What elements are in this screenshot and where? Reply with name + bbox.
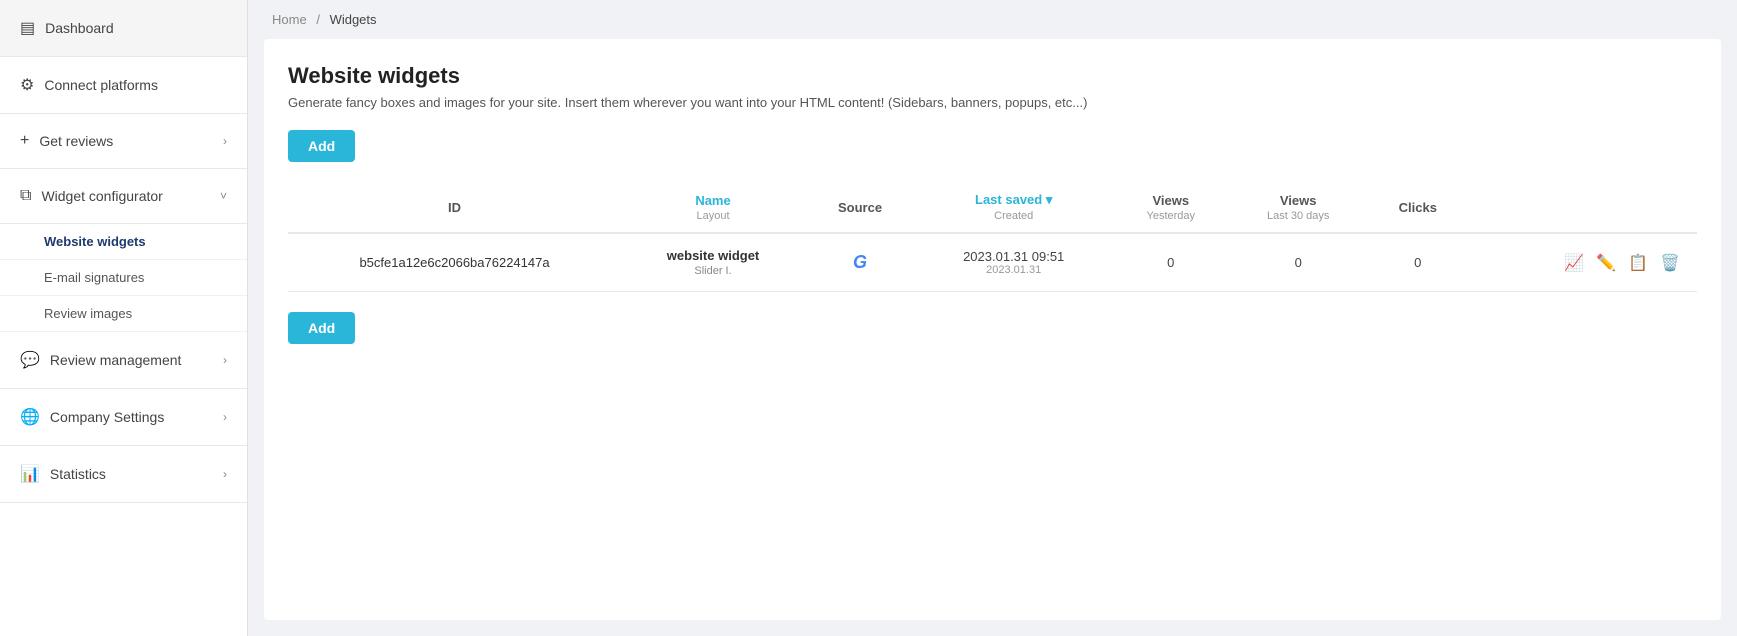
globe-icon: 🌐 [20, 407, 40, 427]
table-row: b5cfe1a12e6c2066ba76224147a website widg… [288, 233, 1697, 292]
copy-action-button[interactable]: 📋 [1625, 250, 1651, 276]
sub-item-label: E-mail signatures [44, 270, 144, 285]
puzzle-icon: ⧉ [20, 187, 31, 205]
chart-icon: 📊 [20, 464, 40, 484]
main-content: Home / Widgets Website widgets Generate … [248, 0, 1737, 636]
chevron-right-icon: › [223, 134, 227, 148]
page-card: Website widgets Generate fancy boxes and… [264, 39, 1721, 620]
widget-source: G [805, 233, 915, 292]
add-button-bottom[interactable]: Add [288, 312, 355, 344]
page-description: Generate fancy boxes and images for your… [288, 95, 1697, 110]
sidebar-item-widget-configurator[interactable]: ⧉ Widget configurator ˅ [0, 169, 247, 224]
sidebar-item-review-management[interactable]: 💬 Review management › [0, 332, 247, 389]
col-last-saved[interactable]: Last saved ▾ Created [915, 182, 1112, 233]
col-source: Source [805, 182, 915, 233]
widget-last-saved: 2023.01.31 09:51 2023.01.31 [915, 233, 1112, 292]
sidebar-item-label: Widget configurator [41, 188, 162, 204]
breadcrumb: Home / Widgets [248, 0, 1737, 39]
col-name[interactable]: Name Layout [621, 182, 805, 233]
google-icon: G [848, 251, 872, 275]
sidebar-item-company-settings[interactable]: 🌐 Company Settings › [0, 389, 247, 446]
dashboard-icon: ▤ [20, 18, 35, 38]
table-header-row: ID Name Layout Source Last saved ▾ Creat… [288, 182, 1697, 233]
sub-item-label: Review images [44, 306, 132, 321]
widget-clicks: 0 [1367, 233, 1468, 292]
plus-icon: + [20, 132, 29, 150]
col-clicks: Clicks [1367, 182, 1468, 233]
add-button-top[interactable]: Add [288, 130, 355, 162]
breadcrumb-home[interactable]: Home [272, 12, 307, 27]
action-icons: 📈 ✏️ 📋 🗑️ [1482, 250, 1683, 276]
widget-id: b5cfe1a12e6c2066ba76224147a [288, 233, 621, 292]
widget-layout: Slider I. [635, 265, 791, 277]
widget-views-yesterday: 0 [1112, 233, 1229, 292]
edit-action-button[interactable]: ✏️ [1593, 250, 1619, 276]
sub-item-label: Website widgets [44, 234, 146, 249]
widget-name-cell: website widget Slider I. [621, 233, 805, 292]
sidebar-item-label: Dashboard [45, 20, 114, 36]
col-views-yesterday: Views Yesterday [1112, 182, 1229, 233]
col-actions [1468, 182, 1697, 233]
sidebar: ▤ Dashboard ⚙ Connect platforms + Get re… [0, 0, 248, 636]
sidebar-item-label: Company Settings [50, 409, 164, 425]
chevron-right-icon: › [223, 410, 227, 424]
bottom-add-section: Add [288, 312, 1697, 364]
sidebar-item-statistics[interactable]: 📊 Statistics › [0, 446, 247, 503]
chevron-right-icon: › [223, 353, 227, 367]
sidebar-item-label: Get reviews [39, 133, 113, 149]
sidebar-item-dashboard[interactable]: ▤ Dashboard [0, 0, 247, 57]
chevron-right-icon: › [223, 467, 227, 481]
chat-icon: 💬 [20, 350, 40, 370]
widget-views-30days: 0 [1229, 233, 1367, 292]
sidebar-sub-item-review-images[interactable]: Review images [0, 296, 247, 332]
connect-icon: ⚙ [20, 75, 34, 95]
breadcrumb-current: Widgets [330, 12, 377, 27]
delete-action-button[interactable]: 🗑️ [1657, 250, 1683, 276]
sidebar-sub-item-website-widgets[interactable]: Website widgets [0, 224, 247, 260]
chevron-down-icon: ˅ [220, 189, 227, 203]
page-title: Website widgets [288, 63, 1697, 89]
widgets-table: ID Name Layout Source Last saved ▾ Creat… [288, 182, 1697, 292]
widget-name: website widget [635, 248, 791, 263]
chart-action-button[interactable]: 📈 [1561, 250, 1587, 276]
col-id: ID [288, 182, 621, 233]
sidebar-sub-item-email-signatures[interactable]: E-mail signatures [0, 260, 247, 296]
widget-actions: 📈 ✏️ 📋 🗑️ [1468, 233, 1697, 292]
sidebar-item-label: Connect platforms [44, 77, 158, 93]
sidebar-item-label: Review management [50, 352, 182, 368]
sidebar-item-label: Statistics [50, 466, 106, 482]
sidebar-item-connect-platforms[interactable]: ⚙ Connect platforms [0, 57, 247, 114]
col-views-30days: Views Last 30 days [1229, 182, 1367, 233]
sidebar-item-get-reviews[interactable]: + Get reviews › [0, 114, 247, 169]
breadcrumb-separator: / [316, 12, 320, 27]
